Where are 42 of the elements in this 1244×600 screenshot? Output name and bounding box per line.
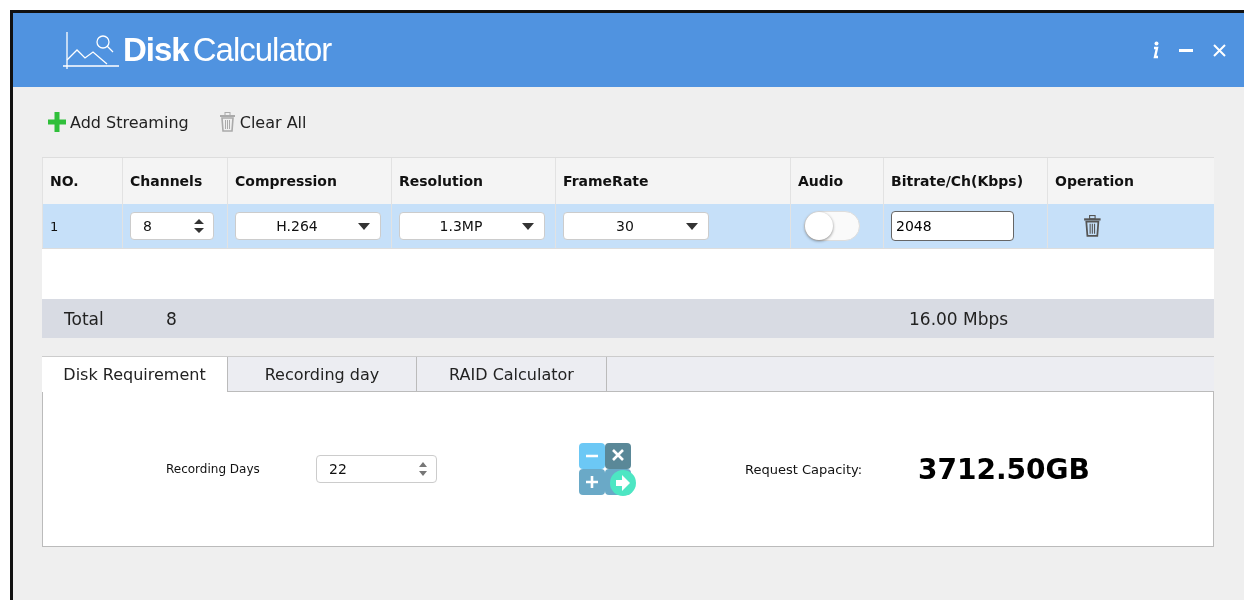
framerate-dropdown[interactable]: 30 — [563, 212, 709, 240]
close-icon — [1213, 43, 1226, 57]
caret-icon — [686, 222, 698, 230]
audio-toggle[interactable] — [804, 211, 860, 241]
clear-all-button[interactable]: Clear All — [218, 112, 307, 132]
app-title: Disk — [123, 31, 189, 69]
tab[interactable]: Recording day — [228, 357, 417, 392]
column-header: Audio — [798, 173, 844, 189]
row-number: 1 — [50, 218, 59, 234]
caret-icon — [522, 222, 534, 230]
info-icon — [1151, 41, 1159, 59]
compression-dropdown[interactable]: H.264 — [235, 212, 381, 240]
channels-spinner[interactable]: 8 — [130, 212, 214, 240]
column-header: FrameRate — [563, 173, 649, 189]
minimize-icon — [1179, 48, 1193, 52]
table-row[interactable]: 1 8 H.264 1.3MP 30 2048 — [42, 204, 1214, 248]
tab[interactable]: RAID Calculator — [417, 357, 607, 392]
resolution-dropdown[interactable]: 1.3MP — [399, 212, 545, 240]
caret-icon — [358, 222, 370, 230]
column-header: Compression — [235, 173, 337, 189]
spinner-arrows-icon[interactable] — [193, 217, 205, 235]
plus-icon — [48, 112, 66, 132]
total-channels: 8 — [166, 308, 178, 329]
recording-days-spinner[interactable]: 22 — [316, 455, 437, 483]
tab[interactable]: Disk Requirement — [42, 357, 228, 392]
trash-icon — [1083, 215, 1102, 237]
capacity-value: 3712.50GB — [918, 452, 1090, 486]
column-header: Resolution — [399, 173, 484, 189]
request-capacity-label: Request Capacity: — [745, 461, 864, 477]
column-header: Bitrate/Ch(Kbps) — [891, 173, 1024, 189]
bitrate-input[interactable]: 2048 — [891, 211, 1014, 241]
column-header: NO. — [50, 173, 79, 189]
delete-button[interactable] — [1083, 215, 1102, 237]
column-header: Operation — [1055, 173, 1134, 189]
total-bitrate: 16.00 Mbps — [909, 308, 1009, 329]
column-header: Channels — [130, 173, 203, 189]
total-label: Total — [64, 308, 105, 329]
app-title: Calculator — [192, 31, 332, 69]
chart-magnifier-logo-icon — [63, 30, 119, 70]
trash-icon — [218, 112, 236, 132]
add-streaming-button[interactable]: Add Streaming — [48, 112, 189, 132]
recording-days-label: Recording Days — [166, 462, 261, 476]
